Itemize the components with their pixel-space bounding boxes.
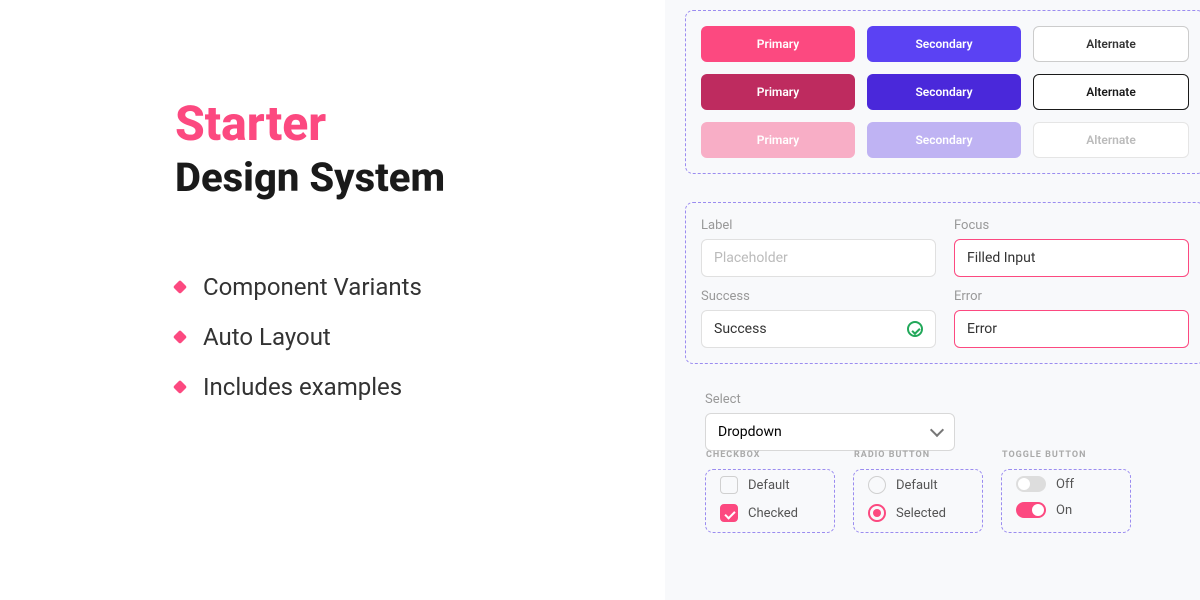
- checkbox-variant-group: CHECKBOX Default Checked: [705, 469, 835, 533]
- bullet-icon: [173, 380, 187, 394]
- input-label: Success: [701, 289, 936, 304]
- text-input-focus[interactable]: Filled Input: [954, 239, 1189, 277]
- bullet-icon: [173, 280, 187, 294]
- radio-icon: [868, 476, 886, 494]
- feature-item: Includes examples: [175, 373, 625, 401]
- primary-button-hover[interactable]: Primary: [701, 74, 855, 110]
- title-accent: Starter: [175, 100, 625, 148]
- select-dropdown[interactable]: Dropdown: [705, 413, 955, 451]
- buttons-variant-group: Primary Secondary Alternate Primary Seco…: [685, 10, 1200, 174]
- bullet-icon: [173, 330, 187, 344]
- radio-selected[interactable]: Selected: [868, 504, 968, 522]
- checkbox-icon: [720, 476, 738, 494]
- checkbox-checked-icon: [720, 504, 738, 522]
- section-header: CHECKBOX: [706, 450, 820, 476]
- checkbox-default[interactable]: Default: [720, 476, 820, 494]
- secondary-button-disabled: Secondary: [867, 122, 1021, 158]
- primary-button[interactable]: Primary: [701, 26, 855, 62]
- section-header: TOGGLE BUTTON: [1002, 450, 1116, 476]
- input-label: Focus: [954, 218, 1189, 233]
- checkbox-checked[interactable]: Checked: [720, 504, 820, 522]
- feature-item: Auto Layout: [175, 323, 625, 351]
- toggle-on-icon: [1016, 502, 1046, 518]
- toggle-on[interactable]: On: [1016, 502, 1116, 518]
- input-label: Label: [701, 218, 936, 233]
- text-input-error[interactable]: Error: [954, 310, 1189, 348]
- secondary-button-hover[interactable]: Secondary: [867, 74, 1021, 110]
- feature-list: Component Variants Auto Layout Includes …: [175, 273, 625, 401]
- component-showcase: Primary Secondary Alternate Primary Seco…: [665, 0, 1200, 600]
- title-main: Design System: [175, 154, 625, 201]
- text-input-success[interactable]: Success: [701, 310, 936, 348]
- chevron-down-icon: [930, 423, 944, 437]
- radio-variant-group: RADIO BUTTON Default Selected: [853, 469, 983, 533]
- section-header: RADIO BUTTON: [854, 450, 968, 476]
- toggle-icon: [1016, 476, 1046, 492]
- alternate-button-disabled: Alternate: [1033, 122, 1189, 158]
- secondary-button[interactable]: Secondary: [867, 26, 1021, 62]
- input-label: Error: [954, 289, 1189, 304]
- feature-item: Component Variants: [175, 273, 625, 301]
- toggle-off[interactable]: Off: [1016, 476, 1116, 492]
- radio-selected-icon: [868, 504, 886, 522]
- text-input-default[interactable]: Placeholder: [701, 239, 936, 277]
- radio-default[interactable]: Default: [868, 476, 968, 494]
- inputs-variant-group: Label Placeholder Success Success Focus …: [685, 202, 1200, 364]
- alternate-button-hover[interactable]: Alternate: [1033, 74, 1189, 110]
- toggle-variant-group: TOGGLE BUTTON Off On: [1001, 469, 1131, 533]
- hero-panel: Starter Design System Component Variants…: [0, 0, 665, 600]
- success-check-icon: [907, 321, 923, 337]
- alternate-button[interactable]: Alternate: [1033, 26, 1189, 62]
- primary-button-disabled: Primary: [701, 122, 855, 158]
- select-label: Select: [705, 392, 1200, 407]
